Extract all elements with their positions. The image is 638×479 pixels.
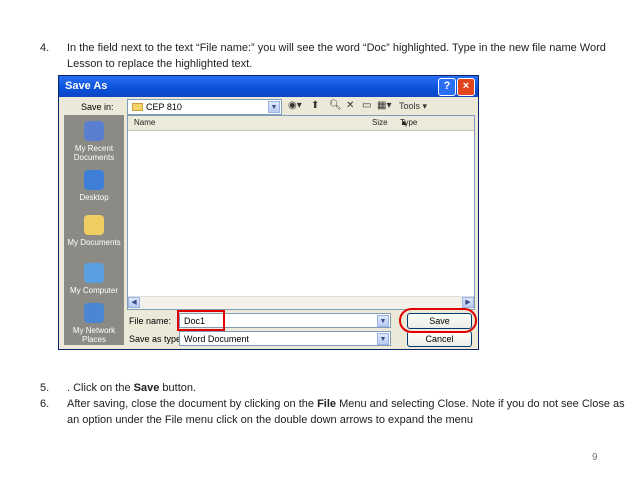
dialog-title: Save As <box>65 80 108 92</box>
views-icon[interactable]: ▦▾ <box>377 100 391 111</box>
back-icon[interactable]: ◉▾ <box>288 100 302 111</box>
file-list-header: Name Size Type ▲ <box>128 116 474 131</box>
place-label: My Recent Documents <box>73 144 115 162</box>
scroll-right-icon[interactable]: ▶ <box>462 297 474 308</box>
step-number: 4. <box>40 42 50 54</box>
search-web-icon[interactable]: 🔍︎ <box>329 100 342 111</box>
tools-menu[interactable]: Tools ▾ <box>399 101 427 112</box>
place-my-computer[interactable]: My Computer <box>64 263 124 295</box>
step-text: . Click on the Save button. <box>67 380 627 396</box>
places-bar: My Recent Documents Desktop My Documents… <box>64 115 124 345</box>
tools-label: Tools <box>399 101 421 111</box>
my-network-places-icon <box>84 303 104 323</box>
chevron-down-icon[interactable]: ▼ <box>377 333 389 345</box>
save-as-type-dropdown[interactable]: Word Document ▼ <box>179 331 391 346</box>
save-as-type-label: Save as type: <box>129 334 184 344</box>
folder-icon <box>132 103 143 111</box>
place-desktop[interactable]: Desktop <box>64 170 124 202</box>
step-text-part: . Click on the <box>67 382 134 394</box>
up-folder-icon[interactable]: ⬆ <box>311 100 319 111</box>
page-number: 9 <box>592 452 598 463</box>
column-name[interactable]: Name <box>134 116 155 130</box>
step-text-part: After saving, close the document by clic… <box>67 398 318 410</box>
column-type-label: Type <box>400 118 418 127</box>
save-as-type-value: Word Document <box>184 334 249 344</box>
step-text-part: button. <box>159 382 197 394</box>
step-number: 5. <box>40 382 50 394</box>
place-label: My Documents <box>67 238 121 247</box>
save-in-dropdown[interactable]: CEP 810 ▼ <box>127 99 282 115</box>
step-text: In the field next to the text “File name… <box>67 42 606 70</box>
delete-icon[interactable]: ✕ <box>346 100 354 111</box>
place-label: Desktop <box>79 193 109 202</box>
column-type[interactable]: Type ▲ <box>400 116 417 130</box>
recent-documents-icon <box>84 121 104 141</box>
chevron-down-icon[interactable]: ▼ <box>268 101 280 113</box>
place-my-network-places[interactable]: My Network Places <box>64 303 124 344</box>
dialog-titlebar[interactable]: Save As ? × <box>59 76 478 97</box>
file-list[interactable]: Name Size Type ▲ ◀ ▶ <box>127 115 475 310</box>
step-text: After saving, close the document by clic… <box>67 396 627 428</box>
scroll-left-icon[interactable]: ◀ <box>128 297 140 308</box>
column-size[interactable]: Size <box>372 116 388 130</box>
cancel-button[interactable]: Cancel <box>407 331 472 347</box>
my-documents-icon <box>84 215 104 235</box>
file-name-highlight <box>177 310 225 331</box>
save-in-value: CEP 810 <box>146 102 182 112</box>
place-label: My Network Places <box>72 326 116 344</box>
file-name-label: File name: <box>129 316 172 326</box>
close-button[interactable]: × <box>457 78 475 96</box>
step-bold-text: Save <box>133 382 160 394</box>
chevron-down-icon[interactable]: ▼ <box>377 315 389 327</box>
save-in-label: Save in: <box>81 102 114 112</box>
place-label: My Computer <box>69 286 118 295</box>
step-bold-text: File <box>317 398 337 410</box>
save-button-highlight <box>399 308 477 333</box>
help-button[interactable]: ? <box>438 78 456 96</box>
place-my-documents[interactable]: My Documents <box>64 215 124 247</box>
place-recent-documents[interactable]: My Recent Documents <box>64 121 124 162</box>
my-computer-icon <box>84 263 104 283</box>
desktop-icon <box>84 170 104 190</box>
save-as-dialog: Save As ? × Save in: CEP 810 ▼ ◉▾ ⬆ 🔍︎ ✕… <box>58 75 479 350</box>
step-number: 6. <box>40 398 50 410</box>
new-folder-icon[interactable]: ▭ <box>362 100 371 111</box>
